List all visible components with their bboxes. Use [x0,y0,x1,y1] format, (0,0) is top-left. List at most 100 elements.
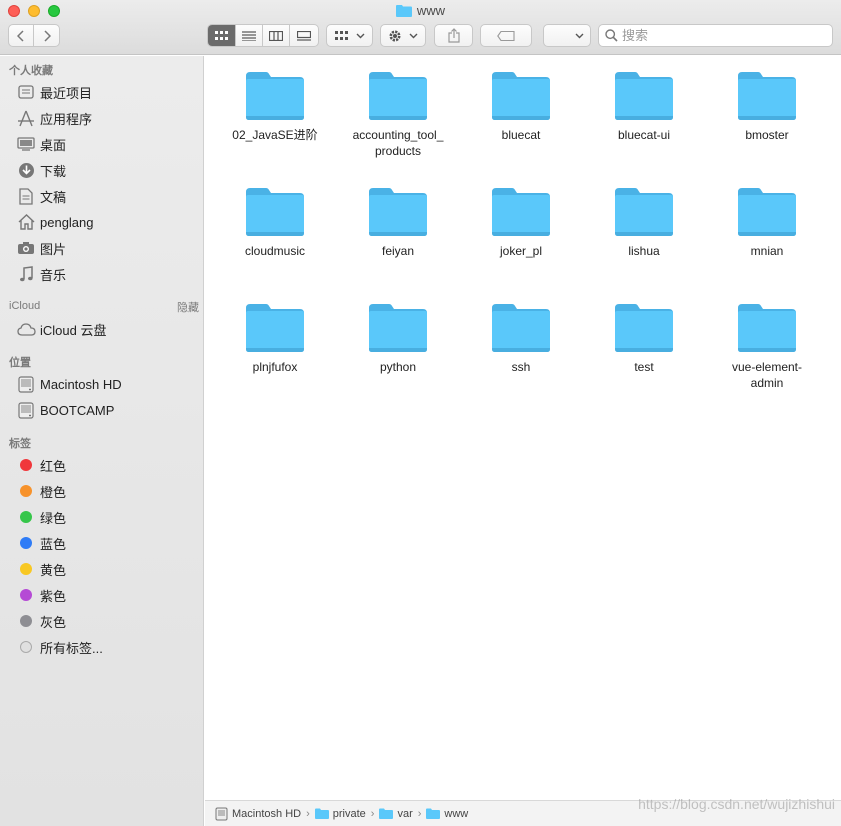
sort-dropdown[interactable] [543,24,591,47]
sidebar-item-tag[interactable]: 橙色 [16,480,66,502]
icloud-hide-button[interactable]: 隐藏 [177,299,199,315]
folder-icon [738,72,796,120]
search-field[interactable] [598,24,833,47]
folder-icon [395,5,412,17]
disk-icon [215,807,228,821]
tag-color-dot-icon [16,508,36,526]
folder-icon [369,188,427,236]
group-by-button[interactable] [326,24,373,47]
folder-item[interactable]: plnjfufox [220,302,330,375]
folder-item[interactable]: joker_pl [466,186,576,259]
chevron-down-icon [409,33,418,38]
tag-color-dot-icon [16,482,36,500]
edit-tags-button[interactable] [480,24,532,47]
sidebar-item-label: 图片 [40,241,67,257]
folder-icon [379,808,394,819]
folder-item[interactable]: test [589,302,699,375]
forward-button[interactable] [34,25,59,46]
path-segment[interactable]: private [314,808,366,820]
tag-icon [497,30,515,41]
folder-icon [246,304,304,352]
all-tags-icon [16,638,36,656]
disk-icon [16,375,36,393]
search-input[interactable] [622,28,822,43]
sidebar-item-bootcamp[interactable]: BOOTCAMP [16,399,114,421]
path-separator: › [370,807,375,820]
folder-item[interactable]: bluecat-ui [589,70,699,143]
sidebar-item-downloads[interactable]: 下载 [16,159,66,181]
folder-name: bluecat-ui [617,128,671,142]
sidebar-item-label: 灰色 [40,614,67,630]
folder-item[interactable]: bluecat [466,70,576,143]
folder-name: feiyan [381,244,415,258]
sidebar: 个人收藏 最近项目 应用程序 桌面 下载 文稿 penglang 图片 音乐 i… [0,56,204,826]
sidebar-item-tag[interactable]: 红色 [16,454,66,476]
folder-icon [615,188,673,236]
folder-icon [369,304,427,352]
folder-icon [246,188,304,236]
sidebar-item-tag[interactable]: 蓝色 [16,532,66,554]
sidebar-item-label: 紫色 [40,588,67,604]
path-separator: › [306,807,310,820]
view-mode-segment [207,24,319,47]
sidebar-item-tag[interactable]: 灰色 [16,610,66,632]
folder-item[interactable]: cloudmusic [220,186,330,259]
icon-view-button[interactable] [208,25,236,46]
recents-icon [16,83,36,101]
window-title: www [0,3,841,18]
sidebar-item-label: 所有标签... [40,640,103,656]
list-icon [242,30,256,41]
sidebar-item-home[interactable]: penglang [16,211,94,233]
column-view-button[interactable] [263,25,290,46]
folder-icon [426,808,441,819]
chevron-right-icon [43,29,51,42]
folder-item[interactable]: vue-element- admin [712,302,822,391]
action-menu-button[interactable] [380,24,426,47]
folder-icon [369,72,427,120]
list-view-button[interactable] [236,25,263,46]
gallery-view-button[interactable] [290,25,318,46]
folder-icon [738,188,796,236]
sidebar-item-tag[interactable]: 黄色 [16,558,66,580]
folder-item[interactable]: feiyan [343,186,453,259]
sidebar-item-label: 黄色 [40,562,67,578]
folder-icon [492,72,550,120]
folder-name: test [634,360,654,374]
sidebar-item-documents[interactable]: 文稿 [16,185,66,207]
sidebar-item-all-tags[interactable]: 所有标签... [16,636,103,658]
sidebar-item-applications[interactable]: 应用程序 [16,107,92,129]
folder-item[interactable]: bmoster [712,70,822,143]
watermark: https://blog.csdn.net/wujizhishui [638,796,835,812]
sidebar-item-icloud-drive[interactable]: iCloud 云盘 [16,318,106,340]
share-button[interactable] [434,24,473,47]
folder-icon [314,808,329,819]
columns-icon [269,30,283,41]
path-segment[interactable]: Macintosh HD [215,807,301,821]
sidebar-item-macintosh-hd[interactable]: Macintosh HD [16,373,122,395]
tag-color-dot-icon [16,612,36,630]
folder-item[interactable]: lishua [589,186,699,259]
folder-item[interactable]: ssh [466,302,576,375]
path-separator: › [417,807,422,820]
path-segment[interactable]: www [426,808,468,820]
folder-item[interactable]: mnian [712,186,822,259]
chevron-down-icon [575,33,584,38]
folder-icon [738,304,796,352]
folder-name: plnjfufox [252,360,298,374]
sidebar-item-pictures[interactable]: 图片 [16,237,66,259]
path-segment[interactable]: var [379,808,413,820]
folder-item[interactable]: python [343,302,453,375]
sidebar-item-music[interactable]: 音乐 [16,263,66,285]
grid-icon [214,30,228,40]
sidebar-item-recents[interactable]: 最近项目 [16,81,92,103]
sidebar-item-desktop[interactable]: 桌面 [16,133,66,155]
sidebar-item-label: 音乐 [40,267,67,283]
back-button[interactable] [9,25,34,46]
folder-item[interactable]: 02_JavaSE进阶 [220,70,330,143]
sidebar-item-label: 蓝色 [40,536,67,552]
sidebar-item-tag[interactable]: 绿色 [16,506,66,528]
folder-name: python [379,360,417,374]
sidebar-item-tag[interactable]: 紫色 [16,584,66,606]
folder-item[interactable]: accounting_tool_ products [343,70,453,159]
tag-color-dot-icon [16,560,36,578]
